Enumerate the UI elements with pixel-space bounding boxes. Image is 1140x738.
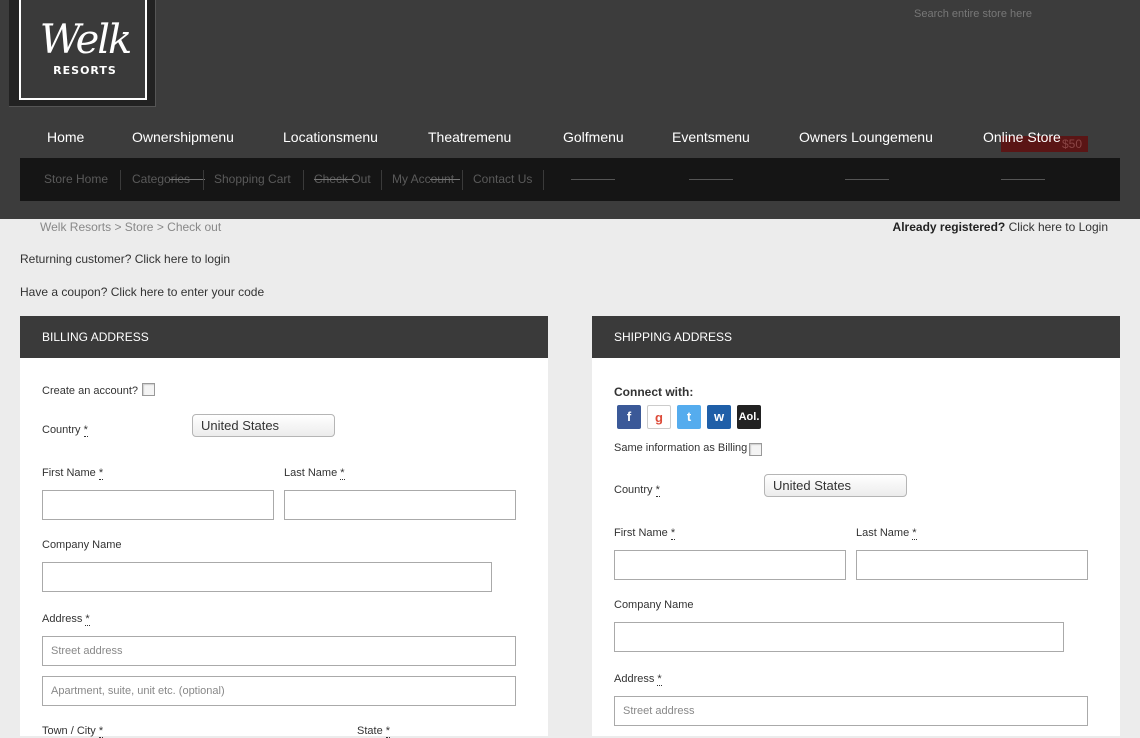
billing-apartment-field[interactable] <box>42 676 516 706</box>
search-input[interactable] <box>904 2 1140 26</box>
create-account-label: Create an account? <box>42 385 139 397</box>
sub-nav: Store Home Categories Shopping Cart Chec… <box>20 158 1120 201</box>
subnav-divider <box>120 170 121 190</box>
shipping-first-name-label: First Name * <box>614 527 676 540</box>
site-header: Welk RESORTS Home Ownershipmenu Location… <box>0 0 1140 219</box>
same-as-billing-label: Same information as Billing <box>614 442 748 454</box>
logo[interactable]: Welk RESORTS <box>9 0 156 107</box>
strike-mark <box>170 179 205 180</box>
nav-item-events[interactable]: Eventsmenu <box>672 129 750 145</box>
required-marker: * <box>912 527 917 540</box>
windows-icon[interactable]: w <box>707 405 731 429</box>
twitter-icon[interactable]: t <box>677 405 701 429</box>
same-as-billing-checkbox[interactable] <box>749 443 762 456</box>
login-prompt: Already registered? Click here to Login <box>893 220 1108 234</box>
subnav-placeholder-dash <box>571 179 615 180</box>
billing-first-name-label-text: First Name <box>42 467 96 479</box>
shipping-company-label: Company Name <box>614 599 694 611</box>
shipping-country-select[interactable]: United States <box>764 474 907 497</box>
billing-address-label: Address * <box>42 613 90 626</box>
create-account-checkbox[interactable] <box>142 383 155 396</box>
shipping-last-name-label-text: Last Name <box>856 527 910 539</box>
aol-icon[interactable]: Aol. <box>737 405 761 429</box>
returning-customer-link[interactable]: Returning customer? Click here to login <box>20 252 230 266</box>
billing-last-name-label-text: Last Name <box>284 467 338 479</box>
logo-frame: Welk RESORTS <box>19 0 147 100</box>
facebook-icon[interactable]: f <box>617 405 641 429</box>
shipping-panel: SHIPPING ADDRESS Connect with: <box>592 316 1120 736</box>
nav-item-online-store[interactable]: Online Store <box>983 129 1061 145</box>
billing-panel-title: BILLING ADDRESS <box>20 316 548 358</box>
billing-state-label-text: State <box>357 725 383 737</box>
nav-item-locations[interactable]: Locationsmenu <box>283 129 378 145</box>
subnav-divider <box>203 170 204 190</box>
shipping-country-label-text: Country <box>614 484 653 496</box>
required-marker: * <box>83 424 88 437</box>
billing-company-field[interactable] <box>42 562 492 592</box>
subnav-placeholder-dash <box>845 179 889 180</box>
connect-with-label: Connect with: <box>614 385 694 399</box>
shipping-last-name-field[interactable] <box>856 550 1088 580</box>
coupon-link[interactable]: Have a coupon? Click here to enter your … <box>20 285 264 299</box>
billing-company-label: Company Name <box>42 539 122 551</box>
billing-panel: BILLING ADDRESS Create an account? Count… <box>20 316 548 738</box>
shipping-address-label: Address * <box>614 673 662 686</box>
required-marker: * <box>670 527 676 540</box>
subnav-divider <box>381 170 382 190</box>
login-prompt-label: Already registered? <box>892 220 1006 234</box>
nav-item-home[interactable]: Home <box>47 129 84 145</box>
subnav-divider <box>303 170 304 190</box>
billing-country-label: Country * <box>42 424 88 437</box>
shipping-address-label-text: Address <box>614 673 655 685</box>
required-marker: * <box>340 467 345 480</box>
required-marker: * <box>98 725 104 738</box>
billing-street-field[interactable] <box>42 636 516 666</box>
required-marker: * <box>98 467 104 480</box>
billing-town-label-text: Town / City <box>42 725 96 737</box>
subnav-placeholder-dash <box>689 179 733 180</box>
required-marker: * <box>655 484 660 497</box>
shipping-first-name-label-text: First Name <box>614 527 668 539</box>
shipping-first-name-field[interactable] <box>614 550 846 580</box>
subnav-divider <box>543 170 544 190</box>
shipping-country-label: Country * <box>614 484 660 497</box>
required-marker: * <box>85 613 90 626</box>
billing-last-name-field[interactable] <box>284 490 516 520</box>
nav-item-owners-lounge[interactable]: Owners Loungemenu <box>799 129 933 145</box>
subnav-store-home[interactable]: Store Home <box>44 172 108 186</box>
shipping-last-name-label: Last Name * <box>856 527 917 540</box>
subnav-contact-us[interactable]: Contact Us <box>473 172 532 186</box>
subnav-placeholder-dash <box>1001 179 1045 180</box>
required-marker: * <box>385 725 391 738</box>
billing-first-name-label: First Name * <box>42 467 104 480</box>
logo-script-text: Welk <box>39 17 133 63</box>
shipping-panel-title: SHIPPING ADDRESS <box>592 316 1120 358</box>
nav-item-golf[interactable]: Golfmenu <box>563 129 624 145</box>
breadcrumb[interactable]: Welk Resorts > Store > Check out <box>40 220 221 234</box>
billing-country-label-text: Country <box>42 424 81 436</box>
logo-sub-text: RESORTS <box>53 64 117 77</box>
required-marker: * <box>657 673 662 686</box>
billing-address-label-text: Address <box>42 613 83 625</box>
subnav-shopping-cart[interactable]: Shopping Cart <box>214 172 291 186</box>
shipping-company-field[interactable] <box>614 622 1064 652</box>
nav-item-ownership[interactable]: Ownershipmenu <box>132 129 234 145</box>
shipping-street-field[interactable] <box>614 696 1088 726</box>
login-link[interactable]: Click here to Login <box>1009 220 1108 234</box>
billing-state-label: State * <box>357 725 391 738</box>
strike-mark <box>314 179 354 180</box>
billing-last-name-label: Last Name * <box>284 467 345 480</box>
billing-first-name-field[interactable] <box>42 490 274 520</box>
billing-town-label: Town / City * <box>42 725 104 738</box>
google-icon[interactable]: g <box>647 405 671 429</box>
subnav-divider <box>462 170 463 190</box>
strike-mark <box>430 179 460 180</box>
billing-country-select[interactable]: United States <box>192 414 335 437</box>
nav-item-theatre[interactable]: Theatremenu <box>428 129 511 145</box>
